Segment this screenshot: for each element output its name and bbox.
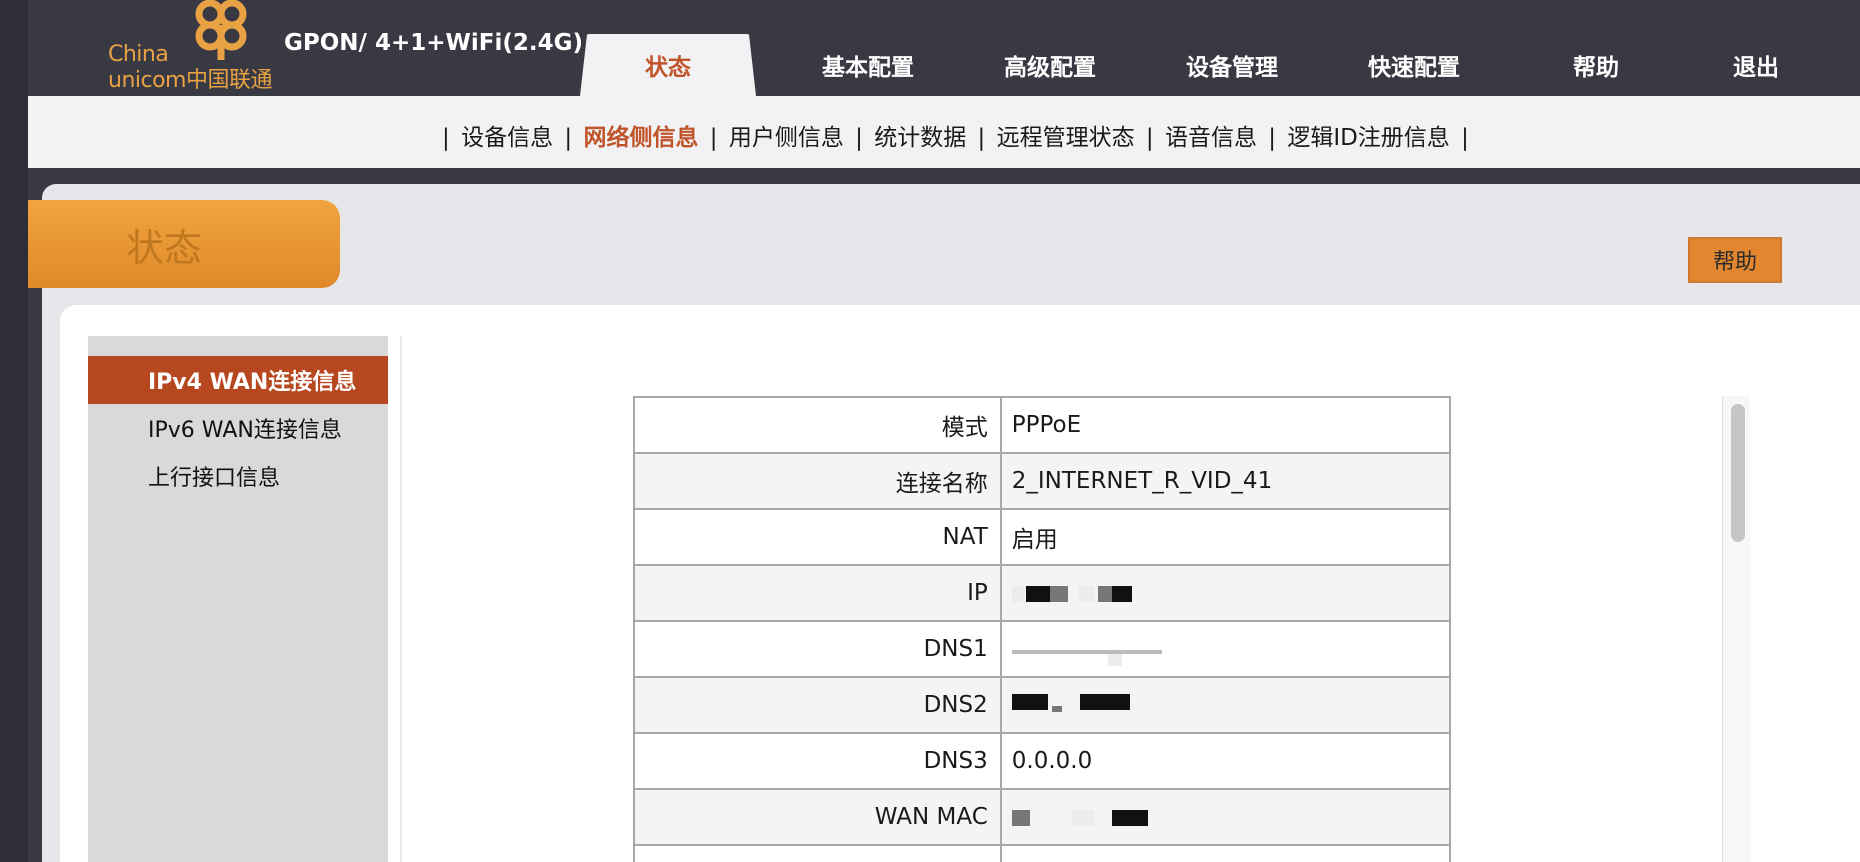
subnav-voice-info[interactable]: 语音信息 xyxy=(1165,125,1257,151)
subnav-remote-management[interactable]: 远程管理状态 xyxy=(997,125,1135,151)
subnav-statistics[interactable]: 统计数据 xyxy=(874,125,966,151)
page-title: 状态 xyxy=(125,225,202,270)
product-title: GPON/ 4+1+WiFi(2.4G) xyxy=(284,30,583,56)
window-edge xyxy=(0,0,28,862)
redacted-value xyxy=(1011,692,1152,718)
subnav-logical-id[interactable]: 逻辑ID注册信息 xyxy=(1287,125,1450,151)
sidebar-item-uplink[interactable]: 上行接口信息 xyxy=(88,452,388,500)
row-label-ip: IP xyxy=(633,564,1002,622)
row-label-dns3: DNS3 xyxy=(633,732,1002,790)
sub-nav: | 设备信息 | 网络侧信息 | 用户侧信息 | 统计数据 | 远程管理状态 |… xyxy=(28,96,1860,168)
redacted-value xyxy=(1011,636,1162,667)
subnav-separator: | xyxy=(1268,125,1276,151)
page-title-tab: 状态 xyxy=(28,200,340,288)
row-value-dns1 xyxy=(999,620,1452,678)
row-value-dns3: 0.0.0.0 xyxy=(999,732,1452,790)
nav-help[interactable]: 帮助 xyxy=(1526,34,1666,96)
nav-quick-config[interactable]: 快速配置 xyxy=(1334,34,1494,96)
redacted-value xyxy=(1011,580,1152,606)
row-value-connection-name: 2_INTERNET_R_VID_41 xyxy=(999,452,1452,510)
subnav-separator: | xyxy=(977,125,986,151)
table-row: DNS3 0.0.0.0 xyxy=(633,732,1452,790)
table-row: 连接名称 2_INTERNET_R_VID_41 xyxy=(633,452,1452,510)
wan-info-table: 模式 PPPoE 连接名称 2_INTERNET_R_VID_41 NAT 启用… xyxy=(633,396,1452,862)
row-label-connection-name: 连接名称 xyxy=(633,452,1002,510)
table-row: DNS2 xyxy=(633,676,1452,734)
row-label-dns1: DNS1 xyxy=(633,620,1002,678)
row-value-dns2 xyxy=(999,676,1452,734)
row-value-ip xyxy=(999,564,1452,622)
row-label-nat: NAT xyxy=(633,508,1002,566)
table-row xyxy=(633,844,1452,862)
row-label-partial xyxy=(633,844,1002,862)
sidebar-item-ipv4-wan[interactable]: IPv4 WAN连接信息 xyxy=(88,356,388,404)
logo-text-unicom: unicom中国联通 xyxy=(108,68,273,93)
table-row: DNS1 xyxy=(633,620,1452,678)
sidebar: IPv4 WAN连接信息 IPv6 WAN连接信息 上行接口信息 xyxy=(88,336,388,862)
subnav-separator: | xyxy=(709,125,718,151)
row-value-wan-mac xyxy=(999,788,1452,846)
table-row: WAN MAC xyxy=(633,788,1452,846)
row-label-wan-mac: WAN MAC xyxy=(633,788,1002,846)
table-row: IP xyxy=(633,564,1452,622)
header-divider xyxy=(28,168,1860,184)
table-row: NAT 启用 xyxy=(633,508,1452,566)
nav-status[interactable]: 状态 xyxy=(580,34,756,96)
row-label-mode: 模式 xyxy=(633,396,1002,454)
sidebar-divider xyxy=(400,336,402,862)
subnav-separator: | xyxy=(1145,125,1154,151)
scrollbar-thumb[interactable] xyxy=(1731,404,1745,542)
table-row: 模式 PPPoE xyxy=(633,396,1452,454)
sidebar-item-ipv6-wan[interactable]: IPv6 WAN连接信息 xyxy=(88,404,388,452)
nav-device-management[interactable]: 设备管理 xyxy=(1152,34,1312,96)
help-button[interactable]: 帮助 xyxy=(1688,237,1782,283)
row-value-nat: 启用 xyxy=(999,508,1452,566)
row-value-mode: PPPoE xyxy=(999,396,1452,454)
subnav-separator: | xyxy=(442,125,450,151)
subnav-separator: | xyxy=(1461,125,1469,151)
subnav-separator: | xyxy=(564,125,573,151)
subnav-network-info[interactable]: 网络侧信息 xyxy=(583,125,698,151)
nav-basic-config[interactable]: 基本配置 xyxy=(788,34,948,96)
nav-logout[interactable]: 退出 xyxy=(1686,34,1826,96)
redacted-value xyxy=(1011,804,1152,830)
top-header: China unicom中国联通 GPON/ 4+1+WiFi(2.4G) 状态… xyxy=(28,0,1860,96)
subnav-separator: | xyxy=(855,125,863,151)
subnav-user-info[interactable]: 用户侧信息 xyxy=(729,125,844,151)
row-label-dns2: DNS2 xyxy=(633,676,1002,734)
row-value-partial xyxy=(999,844,1452,862)
subnav-device-info[interactable]: 设备信息 xyxy=(461,125,553,151)
nav-advanced-config[interactable]: 高级配置 xyxy=(970,34,1130,96)
